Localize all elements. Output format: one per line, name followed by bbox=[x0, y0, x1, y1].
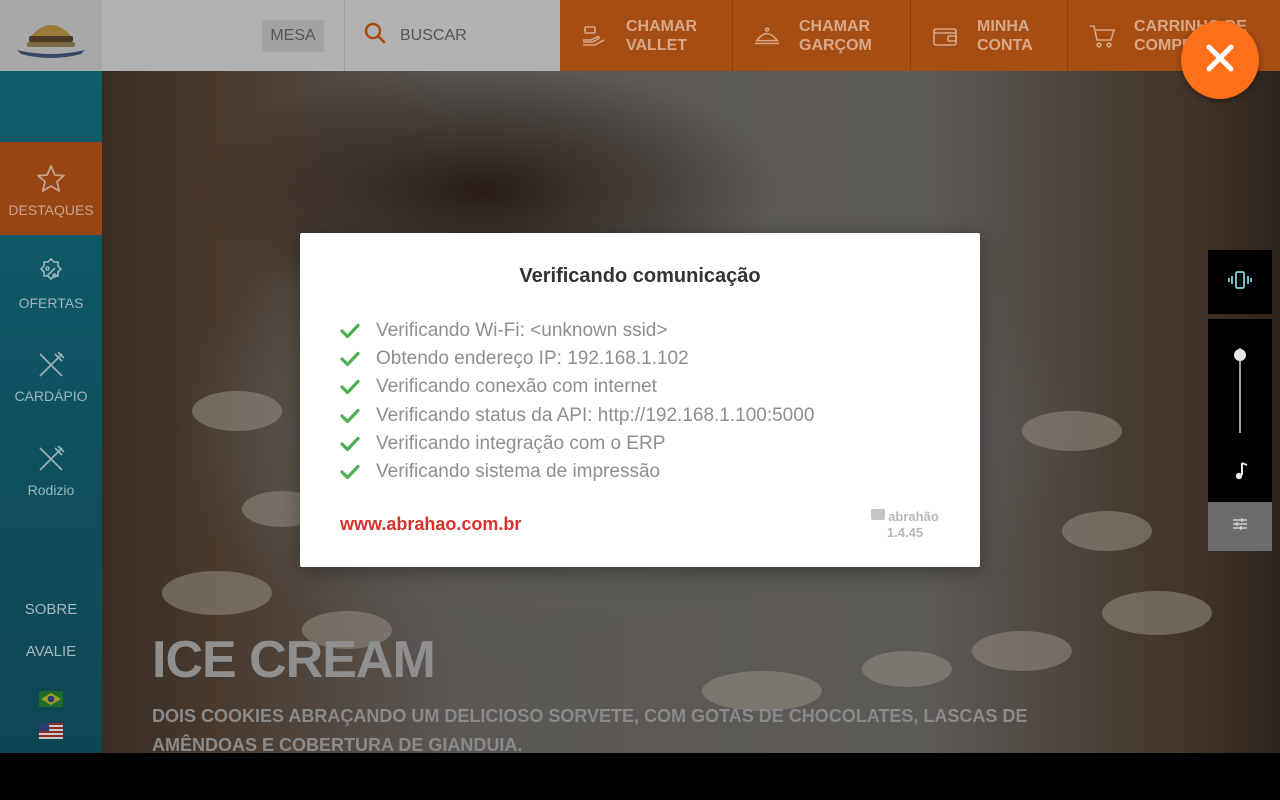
call-waiter-line1: CHAMAR bbox=[799, 17, 871, 35]
check-text: Verificando sistema de impressão bbox=[376, 461, 661, 483]
sidebar-item-label: Rodizio bbox=[27, 482, 75, 498]
waiter-cloche-icon bbox=[753, 22, 781, 50]
sidebar: DESTAQUES OFERTAS CARDÁPIO Rodizio SOBRE… bbox=[0, 71, 102, 753]
top-header: MESA BUSCAR CHAMARVALLET CHAMARGARÇOM bbox=[0, 0, 1280, 71]
brazil-flag-icon[interactable] bbox=[39, 691, 63, 707]
checkmark-icon bbox=[340, 349, 360, 369]
app-version: 1.4.45 bbox=[886, 525, 924, 540]
check-item-api: Verificando status da API: http://192.16… bbox=[340, 402, 814, 430]
star-icon bbox=[34, 162, 68, 196]
check-text: Verificando status da API: http://192.16… bbox=[376, 404, 815, 426]
checkmark-icon bbox=[340, 434, 360, 454]
website-link[interactable]: www.abrahao.com.br bbox=[340, 514, 521, 535]
checkmark-icon bbox=[340, 462, 360, 482]
settings-sliders-icon bbox=[1232, 517, 1248, 536]
call-valet-line1: CHAMAR bbox=[626, 17, 698, 35]
check-text: Verificando conexão com internet bbox=[376, 376, 657, 398]
fork-knife-icon bbox=[34, 348, 68, 382]
call-waiter-button[interactable]: CHAMAR GARÇOM bbox=[733, 0, 911, 71]
check-item-printing: Verificando sistema de impressão bbox=[340, 458, 814, 486]
sidebar-item-cardapio[interactable]: CARDÁPIO bbox=[0, 348, 102, 404]
check-text: Verificando Wi-Fi: <unknown ssid> bbox=[376, 320, 668, 342]
usa-flag-icon[interactable] bbox=[39, 723, 63, 739]
sidebar-item-label: CARDÁPIO bbox=[14, 388, 88, 404]
brand-name: abrahão bbox=[888, 508, 939, 524]
vibrate-toggle[interactable] bbox=[1208, 250, 1272, 314]
about-link[interactable]: SOBRE bbox=[0, 601, 102, 618]
brand-footer: abrahão 1.4.45 bbox=[870, 508, 940, 540]
hero-description: DOIS COOKIES ABRAÇANDO UM DELICIOSO SORV… bbox=[152, 706, 1028, 753]
sidebar-item-label: DESTAQUES bbox=[8, 202, 94, 218]
dialog-title: Verificando comunicação bbox=[519, 265, 761, 287]
sound-settings-button[interactable] bbox=[1208, 502, 1272, 551]
header-left: MESA BUSCAR bbox=[102, 0, 560, 71]
valet-hand-icon bbox=[580, 22, 608, 50]
sidebar-item-rodizio[interactable]: Rodizio bbox=[0, 442, 102, 498]
communication-check-dialog: Verificando comunicação Verificando Wi-F… bbox=[300, 233, 980, 567]
wallet-icon bbox=[931, 22, 959, 50]
search-label: BUSCAR bbox=[400, 26, 467, 44]
my-account-button[interactable]: MINHA CONTA bbox=[911, 0, 1068, 71]
table-selector[interactable]: MESA bbox=[262, 20, 324, 52]
call-valet-line2: VALLET bbox=[626, 36, 688, 54]
close-icon bbox=[1205, 43, 1235, 78]
checkmark-icon bbox=[340, 321, 360, 341]
close-button[interactable] bbox=[1181, 21, 1259, 99]
my-account-line2: CONTA bbox=[977, 36, 1033, 54]
music-note-icon bbox=[1231, 461, 1249, 481]
rate-link[interactable]: AVALIE bbox=[0, 643, 102, 660]
check-list: Verificando Wi-Fi: <unknown ssid> Obtend… bbox=[340, 317, 814, 486]
check-text: Verificando integração com o ERP bbox=[376, 432, 666, 454]
sidebar-item-destaques[interactable]: DESTAQUES bbox=[0, 142, 102, 235]
fork-knife-icon bbox=[34, 442, 68, 476]
hero-title: ICE CREAM bbox=[152, 631, 436, 689]
volume-slider-thumb[interactable] bbox=[1234, 348, 1246, 361]
header-divider bbox=[344, 0, 345, 71]
check-item-wifi: Verificando Wi-Fi: <unknown ssid> bbox=[340, 317, 814, 345]
action-bar: CHAMAR VALLET CHAMAR GARÇOM MINHA CONTA CAR… bbox=[560, 0, 1280, 71]
check-item-erp: Verificando integração com o ERP bbox=[340, 430, 814, 458]
sidebar-item-ofertas[interactable]: OFERTAS bbox=[0, 255, 102, 311]
checkmark-icon bbox=[340, 406, 360, 426]
discount-badge-icon bbox=[34, 255, 68, 289]
call-valet-button[interactable]: CHAMAR VALLET bbox=[560, 0, 733, 71]
search-box[interactable]: BUSCAR bbox=[364, 22, 467, 49]
search-icon bbox=[364, 22, 386, 49]
volume-panel bbox=[1208, 319, 1272, 502]
restaurant-logo[interactable] bbox=[0, 0, 102, 71]
check-text: Obtendo endereço IP: 192.168.1.102 bbox=[376, 348, 689, 370]
cart-icon bbox=[1088, 22, 1116, 50]
sidebar-item-label: OFERTAS bbox=[18, 295, 84, 311]
check-item-internet: Verificando conexão com internet bbox=[340, 373, 814, 401]
vibrate-icon bbox=[1228, 270, 1252, 295]
check-item-ip: Obtendo endereço IP: 192.168.1.102 bbox=[340, 345, 814, 373]
my-account-line1: MINHA bbox=[977, 17, 1030, 35]
checkmark-icon bbox=[340, 377, 360, 397]
abrahao-logo-icon bbox=[871, 508, 886, 524]
call-waiter-line2: GARÇOM bbox=[799, 36, 872, 54]
